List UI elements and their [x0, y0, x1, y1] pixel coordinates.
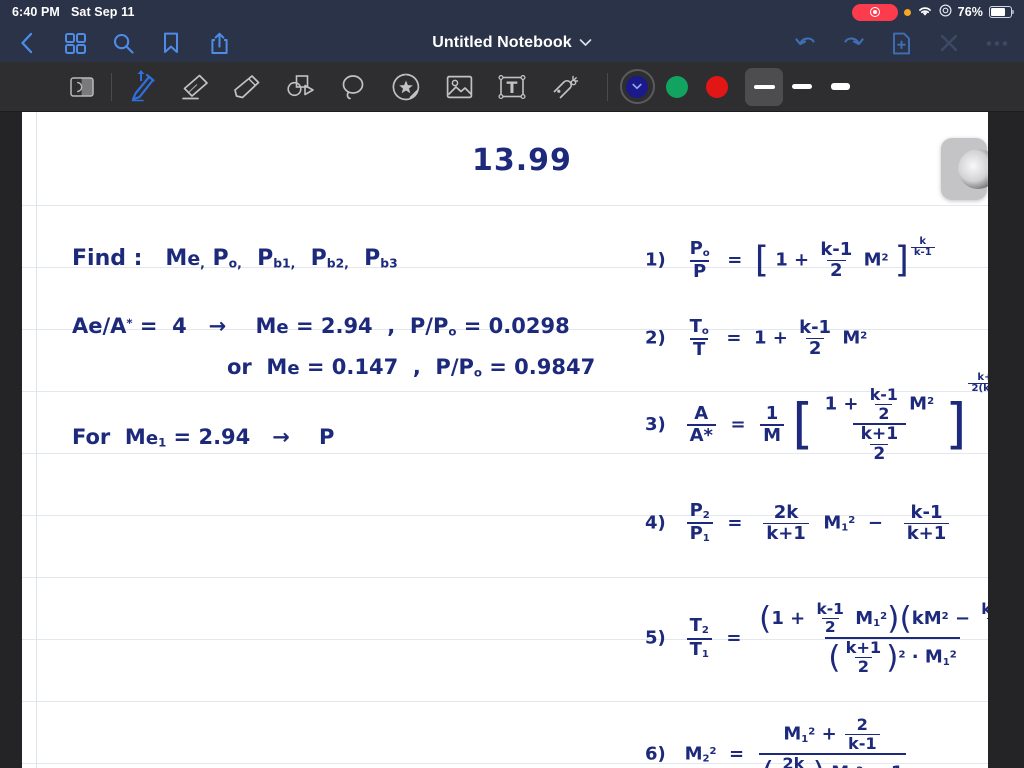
- text-tool[interactable]: T: [492, 67, 532, 107]
- close-button[interactable]: [936, 30, 962, 56]
- right-gutter: [988, 112, 1024, 768]
- navigation-bar: Untitled Notebook: [0, 24, 1024, 62]
- screen-record-indicator-icon: [851, 3, 898, 21]
- eq-2-number: 2): [645, 327, 666, 349]
- color-swatch-green[interactable]: [657, 67, 697, 107]
- nav-left-group: [14, 30, 232, 56]
- pen-tool[interactable]: [121, 67, 161, 107]
- eraser-tool[interactable]: [174, 67, 214, 107]
- ink-equation-3: 3) AA* = 1M [ 1 + k-12 M2k+12 ]k+12(k-1): [645, 373, 988, 463]
- eq-5-number: 5): [645, 627, 666, 649]
- chevron-down-icon: [632, 83, 642, 90]
- library-grid-button[interactable]: [62, 30, 88, 56]
- ink-equation-4: 4) P2 P1 = 2k k+1 M12 − k-1 k+1: [645, 501, 951, 545]
- laser-tool[interactable]: [545, 67, 585, 107]
- canvas-area[interactable]: 13.99 Find : Me, Po, Pb1, Pb2, Pb3 Ae/A*…: [0, 112, 1024, 768]
- nav-right-group: [792, 30, 1010, 56]
- eq-3-number: 3): [645, 413, 666, 435]
- search-button[interactable]: [110, 30, 136, 56]
- lasso-tool[interactable]: [333, 67, 373, 107]
- orange-privacy-dot-icon: [903, 8, 911, 16]
- redo-button[interactable]: [840, 30, 866, 56]
- ink-find-label: Find : Me, Po, Pb1, Pb2, Pb3: [72, 246, 398, 271]
- status-time: 6:40 PM: [12, 5, 60, 19]
- more-button[interactable]: [984, 30, 1010, 56]
- back-button[interactable]: [14, 30, 40, 56]
- ink-equation-2: 2) To T = 1 + k-1 2 M2: [645, 316, 868, 361]
- battery-percentage: 76%: [957, 5, 983, 19]
- pen-selected-indicator-icon: [137, 68, 145, 81]
- new-page-button[interactable]: [888, 30, 914, 56]
- page-layout-tool[interactable]: [62, 67, 102, 107]
- eq-6-number: 6): [645, 743, 666, 765]
- bookmark-button[interactable]: [158, 30, 184, 56]
- color-swatch-navy[interactable]: [617, 67, 657, 107]
- sticker-tool[interactable]: [386, 67, 426, 107]
- battery-icon: [989, 6, 1015, 18]
- page-title: Untitled Notebook: [432, 34, 572, 51]
- ink-area-ratio-alt-line: or Me = 0.147 , P/Po = 0.9847: [227, 355, 596, 380]
- margin-rule-line: [36, 112, 37, 768]
- stroke-width-thin[interactable]: [745, 67, 783, 106]
- wifi-icon: [917, 5, 933, 20]
- ink-area-ratio-line: Ae/A* = 4 → Me = 2.94 , P/Po = 0.0298: [72, 314, 570, 339]
- undo-button[interactable]: [792, 30, 818, 56]
- ink-equation-5: 5) T2T1 = (1 + k-12 M12)(kM2 − k-12)(k+1…: [645, 601, 988, 675]
- note-page[interactable]: 13.99 Find : Me, Po, Pb1, Pb2, Pb3 Ae/A*…: [22, 112, 988, 768]
- eq-4-number: 4): [645, 512, 666, 534]
- share-button[interactable]: [206, 30, 232, 56]
- status-date: Sat Sep 11: [70, 5, 135, 19]
- status-bar-left: 6:40 PM Sat Sep 11: [12, 5, 135, 19]
- stroke-width-medium[interactable]: [783, 68, 821, 106]
- svg-text:T: T: [507, 78, 518, 97]
- shapes-tool[interactable]: [280, 67, 320, 107]
- stroke-width-thick[interactable]: [821, 68, 859, 106]
- toolbar-divider-2: [607, 72, 608, 101]
- eq-1-number: 1): [645, 249, 666, 271]
- scroll-handle[interactable]: [941, 138, 988, 200]
- status-bar: 6:40 PM Sat Sep 11 76%: [0, 0, 1024, 24]
- toolbar-divider: [111, 72, 112, 101]
- drawing-toolbar: T: [0, 62, 1024, 112]
- status-bar-right: 76%: [851, 3, 1015, 21]
- ink-working-line: For Me1 = 2.94 → P: [72, 425, 335, 450]
- color-swatch-red[interactable]: [697, 67, 737, 107]
- notability-app: 6:40 PM Sat Sep 11 76% Untitled Notebook…: [0, 0, 1024, 768]
- left-gutter: [0, 112, 22, 768]
- chevron-down-icon[interactable]: [579, 34, 592, 52]
- ink-problem-number: 13.99: [472, 143, 572, 178]
- rotation-lock-icon: [939, 4, 952, 20]
- ink-equation-1: 1) Po P = [ 1 + k-1 2 M2 ] k k-1: [645, 237, 937, 281]
- image-tool[interactable]: [439, 67, 479, 107]
- ink-equation-6: 6) M22 = M12 + 2k-1(2kk-1) M12 − 1: [645, 716, 908, 768]
- highlighter-tool[interactable]: [227, 67, 267, 107]
